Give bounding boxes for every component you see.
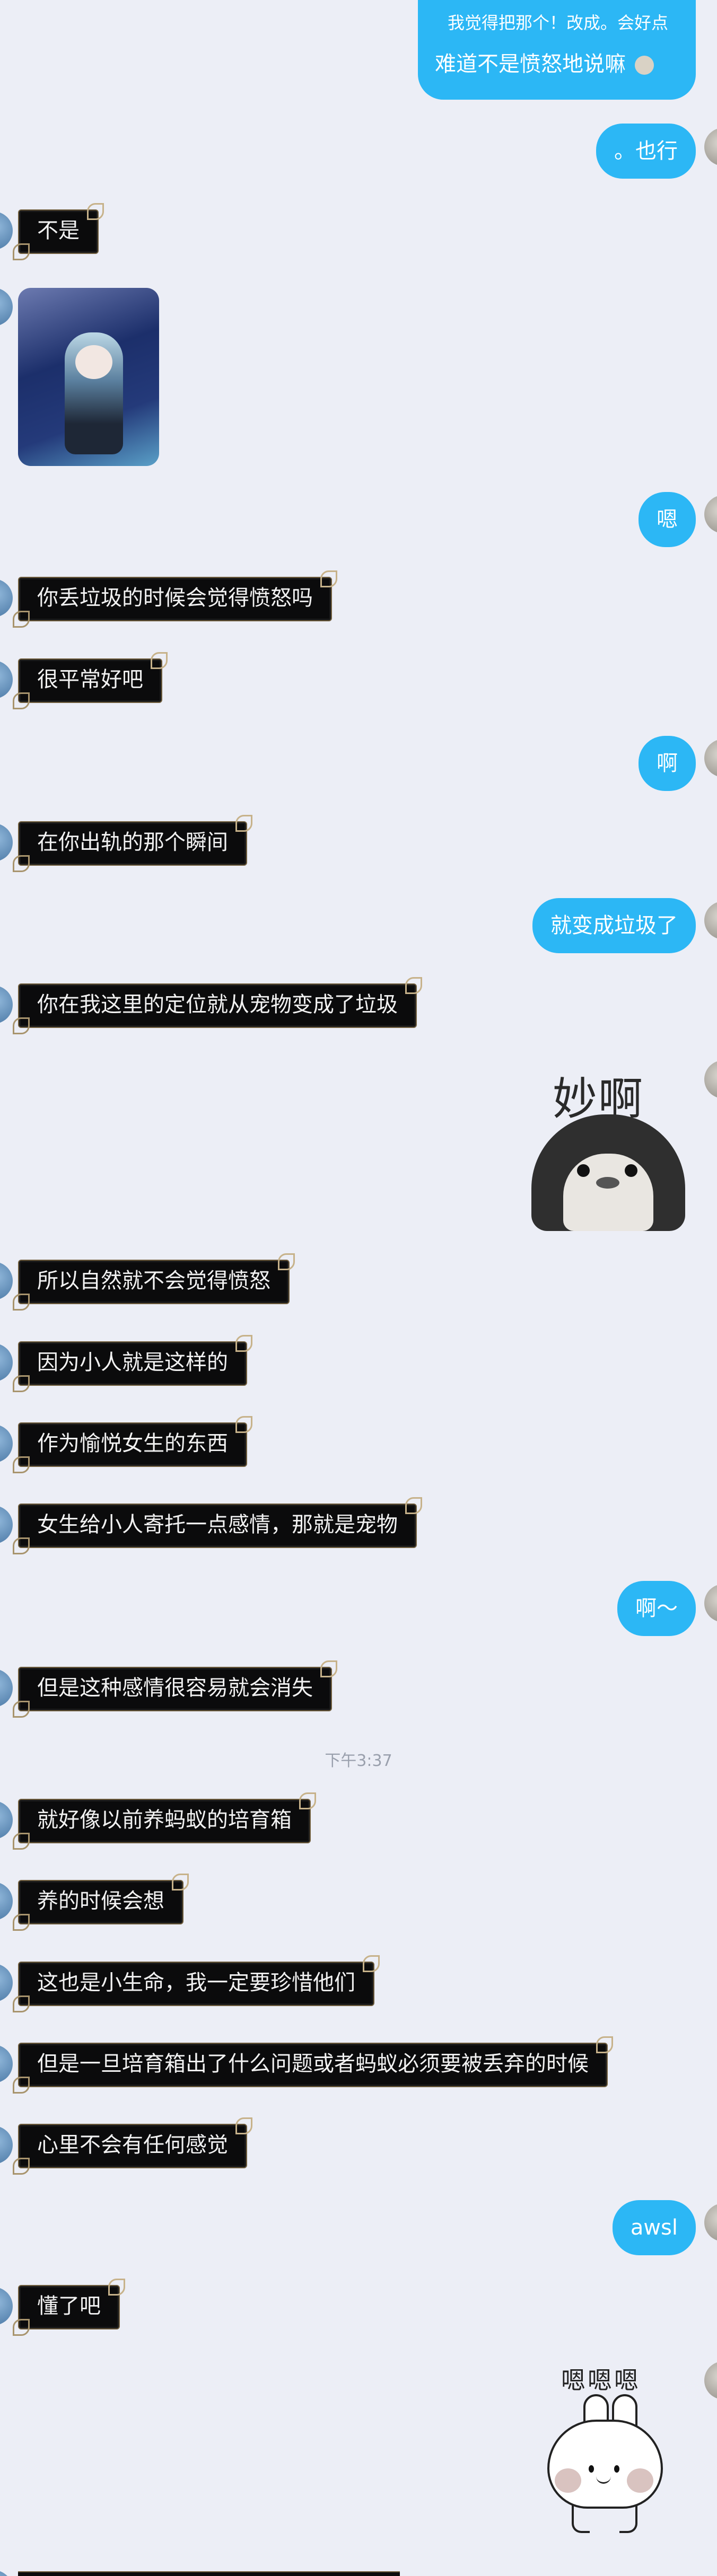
message-received[interactable]: 作为愉悦女生的东西 [0, 1416, 717, 1475]
message-received[interactable]: 女生给小人寄托一点感情，那就是宠物 [0, 1497, 717, 1557]
penguin-eye [625, 1164, 637, 1177]
penguin-sticker[interactable]: 妙啊 [526, 1063, 685, 1233]
anime-girl-image[interactable] [18, 288, 159, 466]
message-text-line1: 我觉得把那个！改成。会好点 [448, 13, 669, 33]
bunny-cheek [555, 2468, 581, 2493]
message-received[interactable]: 但是一旦培育箱出了什么问题或者蚂蚁必须要被丢弃的时候 [0, 2036, 717, 2096]
message-sent[interactable]: 就变成垃圾了 [0, 898, 717, 956]
message-bubble-received[interactable]: 作为愉悦女生的东西 [13, 1416, 252, 1473]
avatar[interactable] [704, 2361, 717, 2399]
message-bubble-sent[interactable]: 我觉得把那个！改成。会好点 难道不是愤怒地说嘛 [418, 0, 696, 100]
message-received[interactable]: 不是 [0, 203, 717, 262]
message-received[interactable]: 就好像以前养蚂蚁的培育箱 [0, 1792, 717, 1852]
avatar[interactable] [0, 288, 13, 326]
message-received[interactable]: 养的时候会想 [0, 1874, 717, 1933]
avatar[interactable] [0, 2287, 13, 2325]
message-bubble-received[interactable]: 养的时候会想 [13, 1874, 189, 1931]
character-face [75, 345, 112, 379]
message-text-line2: 难道不是愤怒地说嘛 [435, 52, 626, 76]
message-sent-top[interactable]: 我觉得把那个！改成。会好点 难道不是愤怒地说嘛 [0, 0, 717, 106]
message-bubble-received[interactable]: 所以自然就不会觉得愤怒 [13, 1253, 295, 1311]
avatar[interactable] [0, 1882, 13, 1920]
message-bubble-sent[interactable]: awsl [612, 2200, 696, 2255]
message-bubble-received[interactable]: 但是一旦培育箱出了什么问题或者蚂蚁必须要被丢弃的时候 [13, 2036, 613, 2094]
message-bubble-received[interactable]: 女生给小人寄托一点感情，那就是宠物 [13, 1497, 422, 1554]
message-bubble-received[interactable]: 因为小人就是这样的 [13, 1335, 252, 1392]
message-bubble-received[interactable]: 但是这种感情很容易就会消失 [13, 1660, 337, 1718]
avatar[interactable] [0, 1801, 13, 1839]
bunny-leg [619, 2504, 637, 2533]
message-sent-sticker[interactable]: 嗯嗯嗯 [0, 2361, 717, 2536]
penguin-face [563, 1154, 653, 1231]
message-received[interactable]: 心里不会有任何感觉 [0, 2117, 717, 2177]
message-received[interactable]: 在你出轨的那个瞬间 [0, 815, 717, 874]
message-sent-sticker[interactable]: 妙啊 [0, 1060, 717, 1235]
message-bubble-received[interactable] [18, 2571, 400, 2576]
message-sent[interactable]: 啊 [0, 736, 717, 794]
avatar[interactable] [0, 212, 13, 250]
bunny-eye [614, 2465, 619, 2473]
message-received[interactable]: 你在我这里的定位就从宠物变成了垃圾 [0, 977, 717, 1036]
bunny-cheek [627, 2468, 653, 2493]
avatar[interactable] [704, 495, 717, 533]
bunny-head [547, 2420, 663, 2509]
message-received[interactable]: 所以自然就不会觉得愤怒 [0, 1253, 717, 1313]
avatar[interactable] [0, 2045, 13, 2083]
message-bubble-sent[interactable]: 啊 [639, 736, 696, 791]
avatar[interactable] [704, 128, 717, 166]
message-received[interactable]: 懂了吧 [0, 2279, 717, 2338]
avatar[interactable] [0, 1669, 13, 1707]
avatar[interactable] [0, 2570, 13, 2576]
message-received[interactable]: 但是这种感情很容易就会消失 [0, 1660, 717, 1720]
avatar[interactable] [704, 901, 717, 939]
avatar[interactable] [0, 1262, 13, 1300]
avatar[interactable] [0, 1506, 13, 1544]
message-bubble-received[interactable]: 这也是小生命，我一定要珍惜他们 [13, 1955, 380, 2012]
message-bubble-sent[interactable]: 啊～ [617, 1581, 696, 1636]
avatar[interactable] [0, 1343, 13, 1382]
avatar[interactable] [0, 823, 13, 861]
avatar[interactable] [704, 1584, 717, 1622]
message-bubble-received[interactable]: 你在我这里的定位就从宠物变成了垃圾 [13, 977, 422, 1034]
message-received[interactable]: 因为小人就是这样的 [0, 1335, 717, 1394]
time-divider: 下午3:37 [325, 1752, 392, 1770]
message-bubble-received[interactable]: 懂了吧 [13, 2279, 125, 2336]
message-bubble-sent[interactable]: 嗯 [639, 492, 696, 547]
message-bubble-received[interactable]: 很平常好吧 [13, 652, 168, 709]
avatar[interactable] [0, 661, 13, 699]
message-bubble-received[interactable]: 在你出轨的那个瞬间 [13, 815, 252, 872]
message-received-image[interactable] [0, 288, 212, 468]
avatar[interactable] [704, 2203, 717, 2241]
avatar[interactable] [0, 1964, 13, 2002]
avatar[interactable] [704, 1060, 717, 1098]
message-bubble-received[interactable]: 心里不会有任何感觉 [13, 2117, 252, 2175]
bunny-sticker[interactable]: 嗯嗯嗯 [537, 2361, 675, 2533]
bunny-eye [589, 2465, 594, 2473]
emoji-icon [634, 56, 654, 75]
message-sent[interactable]: 嗯 [0, 492, 717, 550]
message-sent[interactable]: 。也行 [0, 124, 717, 182]
penguin-beak [596, 1177, 619, 1189]
message-bubble-sent[interactable]: 。也行 [596, 124, 696, 179]
bunny-leg [572, 2504, 590, 2533]
avatar[interactable] [704, 739, 717, 777]
message-received[interactable]: 这也是小生命，我一定要珍惜他们 [0, 1955, 717, 2015]
sticker-caption: 嗯嗯嗯 [561, 2366, 641, 2395]
avatar[interactable] [0, 579, 13, 617]
message-bubble-received[interactable]: 不是 [13, 203, 104, 260]
message-sent[interactable]: 啊～ [0, 1581, 717, 1639]
message-bubble-received[interactable]: 你丢垃圾的时候会觉得愤怒吗 [13, 570, 337, 628]
avatar[interactable] [0, 2126, 13, 2164]
message-bubble-received[interactable]: 就好像以前养蚂蚁的培育箱 [13, 1792, 316, 1850]
penguin-eye [577, 1164, 590, 1177]
message-sent[interactable]: awsl [0, 2200, 717, 2258]
avatar[interactable] [0, 1425, 13, 1463]
avatar[interactable] [0, 986, 13, 1024]
message-received-partial[interactable] [0, 2568, 717, 2576]
message-received[interactable]: 你丢垃圾的时候会觉得愤怒吗 [0, 570, 717, 630]
message-bubble-sent[interactable]: 就变成垃圾了 [532, 898, 696, 953]
message-received[interactable]: 很平常好吧 [0, 652, 717, 711]
